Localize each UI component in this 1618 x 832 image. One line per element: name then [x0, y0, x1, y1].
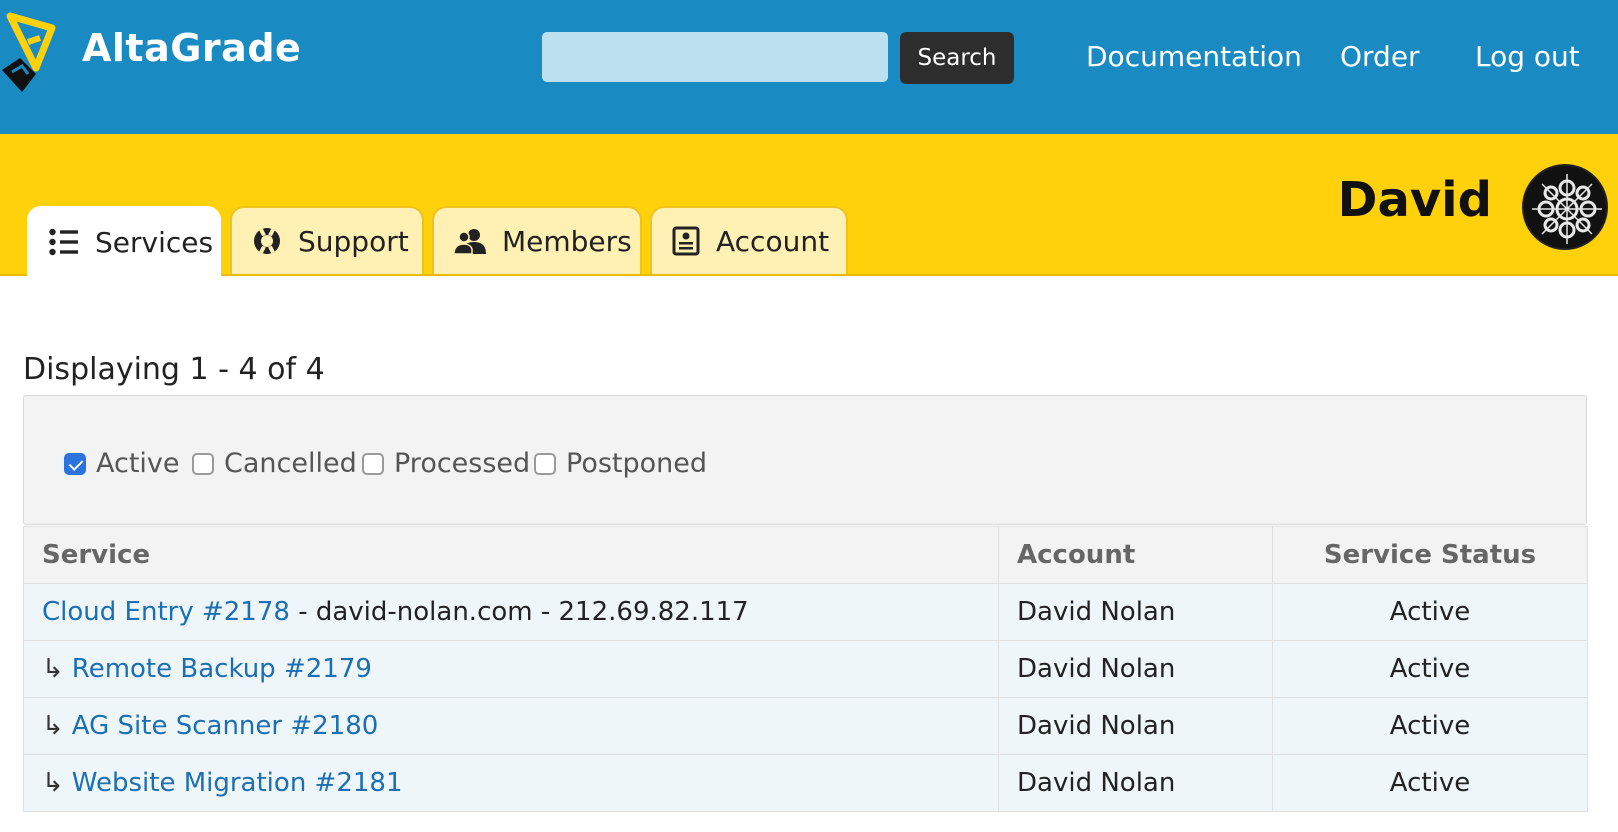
service-cell: Cloud Entry #2178 - david-nolan.com - 21… — [23, 583, 999, 641]
search-button[interactable]: Search — [900, 32, 1014, 84]
altagrade-logo-icon[interactable] — [0, 8, 62, 98]
filter-postponed-checkbox[interactable] — [534, 452, 556, 475]
status-cell: Active — [1272, 583, 1588, 641]
filter-processed-checkbox[interactable] — [362, 452, 384, 475]
brand-name[interactable]: AltaGrade — [82, 26, 301, 70]
id-card-icon — [672, 226, 700, 256]
results-count: Displaying 1 - 4 of 4 — [23, 352, 325, 387]
column-header-service[interactable]: Service — [23, 526, 999, 584]
table-row: ↳ AG Site Scanner #2180 David Nolan Activ… — [23, 697, 1588, 755]
filter-processed-label: Processed — [394, 448, 531, 479]
tab-support-label: Support — [298, 224, 409, 258]
filter-cancelled-checkbox[interactable] — [192, 452, 214, 475]
tab-services[interactable]: Services — [27, 206, 221, 276]
service-link[interactable]: Cloud Entry #2178 — [42, 597, 290, 627]
tab-services-label: Services — [95, 225, 214, 259]
column-header-account[interactable]: Account — [998, 526, 1273, 584]
avatar-pattern-icon — [1524, 166, 1606, 248]
table-row: ↳ Website Migration #2181 David Nolan Act… — [23, 754, 1588, 812]
child-arrow-icon: ↳ — [42, 654, 64, 684]
user-name[interactable]: David — [1338, 172, 1492, 228]
service-cell: ↳ Remote Backup #2179 — [23, 640, 999, 698]
account-cell: David Nolan — [998, 640, 1273, 698]
tab-support[interactable]: Support — [230, 206, 424, 274]
status-cell: Active — [1272, 697, 1588, 755]
service-link[interactable]: Website Migration #2181 — [72, 768, 403, 798]
column-header-status[interactable]: Service Status — [1272, 526, 1588, 584]
service-cell: ↳ Website Migration #2181 — [23, 754, 999, 812]
filter-active-checkbox[interactable] — [64, 452, 86, 475]
service-link[interactable]: Remote Backup #2179 — [72, 654, 372, 684]
avatar[interactable] — [1522, 164, 1608, 250]
account-cell: David Nolan — [998, 583, 1273, 641]
tab-account[interactable]: Account — [650, 206, 848, 274]
tab-members-label: Members — [502, 224, 632, 258]
nav-logout-link[interactable]: Log out — [1475, 40, 1580, 73]
account-cell: David Nolan — [998, 697, 1273, 755]
filter-active-label: Active — [96, 448, 180, 479]
table-row: Cloud Entry #2178 - david-nolan.com - 21… — [23, 583, 1588, 641]
search-input[interactable] — [542, 32, 888, 82]
service-detail: - david-nolan.com - 212.69.82.117 — [289, 597, 749, 627]
users-icon — [454, 229, 486, 255]
services-table: Service Account Service Status Cloud Ent… — [23, 526, 1588, 812]
service-link[interactable]: AG Site Scanner #2180 — [72, 711, 379, 741]
status-filter-panel: Active Cancelled Processed Postponed — [23, 395, 1587, 525]
filter-cancelled[interactable]: Cancelled — [192, 448, 357, 479]
lifebuoy-icon — [254, 228, 280, 254]
filter-active[interactable]: Active — [64, 448, 180, 479]
filter-cancelled-label: Cancelled — [224, 448, 357, 479]
table-row: ↳ Remote Backup #2179 David Nolan Active — [23, 640, 1588, 698]
tab-account-label: Account — [716, 224, 830, 258]
service-cell: ↳ AG Site Scanner #2180 — [23, 697, 999, 755]
account-cell: David Nolan — [998, 754, 1273, 812]
filter-postponed[interactable]: Postponed — [534, 448, 707, 479]
filter-postponed-label: Postponed — [566, 448, 708, 479]
table-header-row: Service Account Service Status — [23, 526, 1588, 584]
top-navbar: AltaGrade Search Documentation Order Log… — [0, 0, 1618, 134]
status-cell: Active — [1272, 640, 1588, 698]
list-icon — [49, 228, 78, 256]
nav-documentation-link[interactable]: Documentation — [1086, 40, 1302, 73]
tab-members[interactable]: Members — [432, 206, 642, 274]
child-arrow-icon: ↳ — [42, 768, 64, 798]
user-tabs-band: Services Support Members Account David — [0, 134, 1618, 276]
child-arrow-icon: ↳ — [42, 711, 64, 741]
filter-processed[interactable]: Processed — [362, 448, 530, 479]
nav-order-link[interactable]: Order — [1340, 40, 1420, 73]
status-cell: Active — [1272, 754, 1588, 812]
